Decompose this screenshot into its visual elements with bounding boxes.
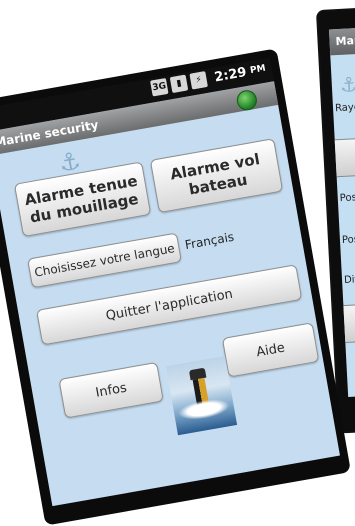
lighthouse-image [165, 355, 238, 436]
secondary-label-difference: Diffe [343, 273, 355, 286]
secondary-label-rayon: Rayo [334, 101, 355, 115]
boat-theft-alarm-button[interactable]: Alarme vol bateau [149, 138, 284, 214]
choose-language-button[interactable]: Choisissez votre langue [27, 232, 182, 289]
anchor-icon: ⚓ [339, 72, 355, 97]
selected-language-label: Français [183, 229, 236, 253]
wave-splash [176, 396, 232, 423]
secondary-label-position-1: Posi [339, 192, 355, 205]
secondary-button-a[interactable]: A [333, 301, 355, 344]
help-button[interactable]: Aide [221, 322, 320, 378]
secondary-screen: Mari ⚓ Rayo L Posi Posi Diffe A [328, 24, 355, 397]
app-screen: Marine security ⚓ Alarme tenue du mouill… [0, 81, 340, 507]
secondary-title: Mari [328, 24, 355, 56]
battery-charging-icon: ⚡ [189, 71, 209, 90]
main-phone: 3G ▮ ⚡ 2:29 PM Marine security ⚓ Alarme … [0, 48, 351, 526]
clock-ampm: PM [249, 63, 267, 77]
clock: 2:29 [213, 64, 248, 85]
info-button[interactable]: Infos [58, 361, 164, 419]
mooring-alarm-button[interactable]: Alarme tenue du mouillage [13, 161, 152, 238]
secondary-label-position-2: Posi [341, 234, 355, 247]
signal-bars-icon: ▮ [169, 74, 189, 94]
secondary-button-l[interactable]: L [328, 136, 355, 178]
network-3g-icon: 3G [150, 77, 169, 97]
green-globe-icon [235, 88, 259, 112]
